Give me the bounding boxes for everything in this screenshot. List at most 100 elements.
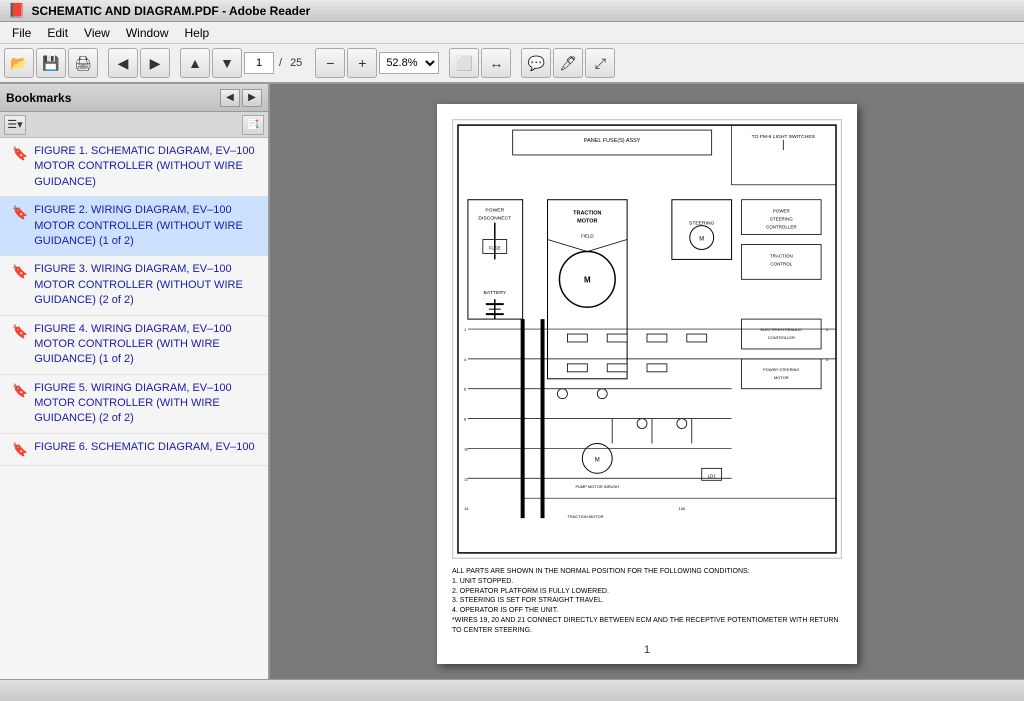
page-input[interactable] xyxy=(244,52,274,74)
expand-sidebar-button[interactable]: ▶ xyxy=(242,89,262,107)
bookmark-icon-5: 🔖 xyxy=(12,382,28,400)
toolbar-tools-group: 💬 🖊 ⤢ xyxy=(521,48,615,78)
sidebar-options-button[interactable]: ☰▾ xyxy=(4,115,26,135)
sidebar-action-button[interactable]: 📑 xyxy=(242,115,264,135)
svg-text:ELECTROHYDRAULIC: ELECTROHYDRAULIC xyxy=(760,327,802,332)
note-line-2: 1. UNIT STOPPED. xyxy=(452,577,842,587)
svg-text:2: 2 xyxy=(826,327,828,332)
status-bar xyxy=(0,679,1024,701)
bookmark-text-2: FIGURE 2. WIRING DIAGRAM, EV–100 MOTOR C… xyxy=(34,203,260,249)
document-area[interactable]: TO FM-6 LIGHT SWITCHES PANEL FUSE(S) ASS… xyxy=(270,84,1024,679)
svg-text:POWER: POWER xyxy=(485,208,504,214)
next-page-button[interactable]: ▼ xyxy=(212,48,242,78)
bookmark-item-2[interactable]: 🔖 FIGURE 2. WIRING DIAGRAM, EV–100 MOTOR … xyxy=(0,197,268,256)
svg-text:TRACTION: TRACTION xyxy=(573,211,601,217)
bookmark-icon-3: 🔖 xyxy=(12,263,28,281)
zoom-out-button[interactable]: − xyxy=(315,48,345,78)
highlight-button[interactable]: 🖊 xyxy=(553,48,583,78)
svg-text:100: 100 xyxy=(679,506,686,511)
svg-text:CONTROL: CONTROL xyxy=(770,261,792,266)
bookmark-text-4: FIGURE 4. WIRING DIAGRAM, EV–100 MOTOR C… xyxy=(34,322,260,368)
svg-text:MOTOR: MOTOR xyxy=(577,219,597,225)
toolbar-nav-group: ◀ ▶ xyxy=(108,48,170,78)
schematic-svg: TO FM-6 LIGHT SWITCHES PANEL FUSE(S) ASS… xyxy=(453,120,841,558)
bookmark-icon-2: 🔖 xyxy=(12,204,28,222)
sidebar-header-buttons: ◀ ▶ xyxy=(220,89,262,107)
app-icon: 📕 xyxy=(8,2,25,19)
page-number: 1 xyxy=(452,644,842,656)
note-line-3: 2. OPERATOR PLATFORM IS FULLY LOWERED. xyxy=(452,587,842,597)
svg-text:12: 12 xyxy=(464,476,468,481)
svg-text:STEERING: STEERING xyxy=(770,217,793,222)
main-area: Bookmarks ◀ ▶ ☰▾ 📑 🔖 FIGURE 1. SCHEMATIC … xyxy=(0,84,1024,679)
forward-button[interactable]: ▶ xyxy=(140,48,170,78)
svg-text:CONTROLLER: CONTROLLER xyxy=(768,335,795,340)
sidebar: Bookmarks ◀ ▶ ☰▾ 📑 🔖 FIGURE 1. SCHEMATIC … xyxy=(0,84,270,679)
note-line-4: 3. STEERING IS SET FOR STRAIGHT TRAVEL. xyxy=(452,596,842,606)
svg-text:14: 14 xyxy=(464,506,469,511)
bookmark-text-3: FIGURE 3. WIRING DIAGRAM, EV–100 MOTOR C… xyxy=(34,262,260,308)
open-button[interactable]: 📂 xyxy=(4,48,34,78)
svg-text:POWER STEERING: POWER STEERING xyxy=(763,367,799,372)
svg-text:FIELD: FIELD xyxy=(581,234,594,239)
note-line-6: *WIRES 19, 20 AND 21 CONNECT DIRECTLY BE… xyxy=(452,616,842,636)
svg-text:TRACTION MOTOR: TRACTION MOTOR xyxy=(567,514,603,519)
comment-button[interactable]: 💬 xyxy=(521,48,551,78)
svg-text:TRACTION: TRACTION xyxy=(770,253,793,258)
bookmark-text-6: FIGURE 6. SCHEMATIC DIAGRAM, EV–100 xyxy=(34,440,260,455)
svg-text:MOTOR: MOTOR xyxy=(774,375,789,380)
menu-view[interactable]: View xyxy=(76,24,118,42)
prev-page-button[interactable]: ▲ xyxy=(180,48,210,78)
svg-text:PUMP MOTOR INRUSH: PUMP MOTOR INRUSH xyxy=(575,484,619,489)
page-total: 25 xyxy=(287,57,305,69)
sidebar-title: Bookmarks xyxy=(6,91,71,105)
zoom-select[interactable]: 52.8% 25% 50% 75% 100% 150% 200% xyxy=(379,52,439,74)
svg-text:10: 10 xyxy=(464,446,469,451)
svg-text:PANEL FUSE(S) ASSY: PANEL FUSE(S) ASSY xyxy=(584,138,641,144)
svg-text:TO FM-6 LIGHT SWITCHES: TO FM-6 LIGHT SWITCHES xyxy=(752,134,816,140)
note-line-5: 4. OPERATOR IS OFF THE UNIT. xyxy=(452,606,842,616)
page-container: TO FM-6 LIGHT SWITCHES PANEL FUSE(S) ASS… xyxy=(437,104,857,664)
fit-page-button[interactable]: ⬜ xyxy=(449,48,479,78)
bookmark-text-5: FIGURE 5. WIRING DIAGRAM, EV–100 MOTOR C… xyxy=(34,381,260,427)
svg-text:CONTROLLER: CONTROLLER xyxy=(766,225,797,230)
svg-text:FUSE: FUSE xyxy=(489,245,501,250)
bookmark-item-5[interactable]: 🔖 FIGURE 5. WIRING DIAGRAM, EV–100 MOTOR … xyxy=(0,375,268,434)
svg-text:POWER: POWER xyxy=(773,209,791,214)
window-title: SCHEMATIC AND DIAGRAM.PDF - Adobe Reader xyxy=(31,4,310,18)
page-separator: / xyxy=(276,57,285,69)
sidebar-header: Bookmarks ◀ ▶ xyxy=(0,84,268,112)
svg-text:M: M xyxy=(595,457,600,463)
toolbar: 📂 💾 🖨 ◀ ▶ ▲ ▼ / 25 − + 52.8% 25% 50% 75%… xyxy=(0,44,1024,84)
bookmark-icon-1: 🔖 xyxy=(12,145,28,163)
menu-bar: File Edit View Window Help xyxy=(0,22,1024,44)
menu-file[interactable]: File xyxy=(4,24,39,42)
menu-help[interactable]: Help xyxy=(177,24,218,42)
bookmark-item-3[interactable]: 🔖 FIGURE 3. WIRING DIAGRAM, EV–100 MOTOR … xyxy=(0,256,268,315)
zoom-in-button[interactable]: + xyxy=(347,48,377,78)
svg-text:M: M xyxy=(584,275,591,284)
bookmark-item-4[interactable]: 🔖 FIGURE 4. WIRING DIAGRAM, EV–100 MOTOR … xyxy=(0,316,268,375)
collapse-sidebar-button[interactable]: ◀ xyxy=(220,89,240,107)
bookmark-icon-6: 🔖 xyxy=(12,441,28,459)
bookmark-icon-4: 🔖 xyxy=(12,323,28,341)
menu-window[interactable]: Window xyxy=(118,24,177,42)
save-button[interactable]: 💾 xyxy=(36,48,66,78)
print-button[interactable]: 🖨 xyxy=(68,48,98,78)
menu-edit[interactable]: Edit xyxy=(39,24,76,42)
back-button[interactable]: ◀ xyxy=(108,48,138,78)
toolbar-zoom-group: − + 52.8% 25% 50% 75% 100% 150% 200% xyxy=(315,48,439,78)
fit-width-button[interactable]: ↔ xyxy=(481,48,511,78)
schematic-diagram: TO FM-6 LIGHT SWITCHES PANEL FUSE(S) ASS… xyxy=(452,119,842,559)
svg-text:BATTERY: BATTERY xyxy=(484,290,507,296)
note-line-1: ALL PARTS ARE SHOWN IN THE NORMAL POSITI… xyxy=(452,567,842,577)
bookmark-item-1[interactable]: 🔖 FIGURE 1. SCHEMATIC DIAGRAM, EV–100 MOT… xyxy=(0,138,268,197)
bookmark-list: 🔖 FIGURE 1. SCHEMATIC DIAGRAM, EV–100 MOT… xyxy=(0,138,268,679)
bookmark-item-6[interactable]: 🔖 FIGURE 6. SCHEMATIC DIAGRAM, EV–100 xyxy=(0,434,268,466)
expand-button[interactable]: ⤢ xyxy=(585,48,615,78)
title-bar: 📕 SCHEMATIC AND DIAGRAM.PDF - Adobe Read… xyxy=(0,0,1024,22)
svg-text:M: M xyxy=(699,237,704,243)
bookmark-text-1: FIGURE 1. SCHEMATIC DIAGRAM, EV–100 MOTO… xyxy=(34,144,260,190)
svg-text:LD1: LD1 xyxy=(708,473,717,478)
toolbar-page-group: ▲ ▼ / 25 xyxy=(180,48,305,78)
